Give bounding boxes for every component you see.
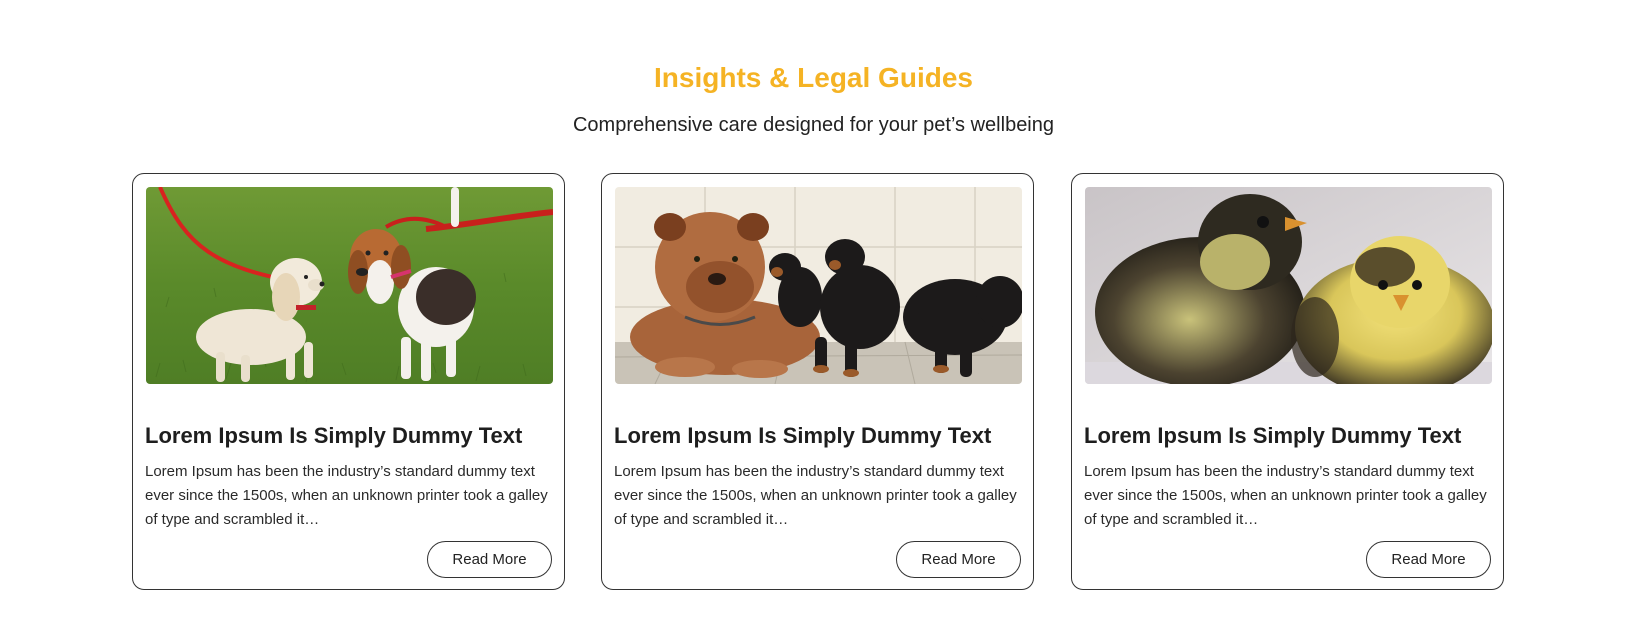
section-title: Insights & Legal Guides <box>654 62 973 94</box>
blog-cards: Lorem Ipsum Is Simply Dummy Text Lorem I… <box>132 173 1506 592</box>
mastiff-puppies-photo <box>615 187 1022 384</box>
card-image-chicks[interactable] <box>1085 187 1492 384</box>
blog-card: Lorem Ipsum Is Simply Dummy Text Lorem I… <box>1071 173 1504 590</box>
card-excerpt: Lorem Ipsum has been the industry’s stan… <box>1084 463 1487 528</box>
read-more-button[interactable]: Read More <box>427 541 552 578</box>
card-excerpt: Lorem Ipsum has been the industry’s stan… <box>145 463 548 528</box>
read-more-button[interactable]: Read More <box>1366 541 1491 578</box>
read-more-button[interactable]: Read More <box>896 541 1021 578</box>
card-title: Lorem Ipsum Is Simply Dummy Text <box>614 423 992 448</box>
card-title: Lorem Ipsum Is Simply Dummy Text <box>1084 423 1462 448</box>
card-image-mastiff[interactable] <box>615 187 1022 384</box>
blog-card: Lorem Ipsum Is Simply Dummy Text Lorem I… <box>601 173 1034 590</box>
section-subtitle: Comprehensive care designed for your pet… <box>572 114 1054 136</box>
card-image-puppies[interactable] <box>146 187 553 384</box>
card-excerpt: Lorem Ipsum has been the industry’s stan… <box>614 463 1017 528</box>
chicks-photo <box>1085 187 1492 384</box>
puppies-photo <box>146 187 553 384</box>
card-title: Lorem Ipsum Is Simply Dummy Text <box>145 423 523 448</box>
blog-card: Lorem Ipsum Is Simply Dummy Text Lorem I… <box>132 173 565 590</box>
